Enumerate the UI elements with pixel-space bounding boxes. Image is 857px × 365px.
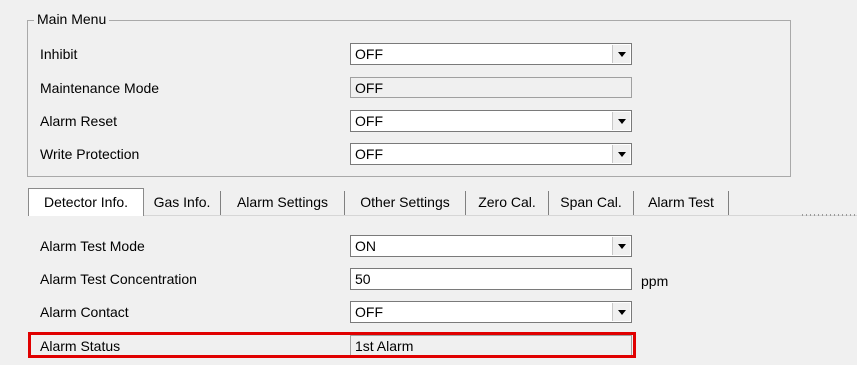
tab-detector-info[interactable]: Detector Info. [28,188,144,216]
chevron-down-icon[interactable] [612,237,630,255]
alarm-test-mode-select[interactable]: ON [350,235,632,257]
chevron-down-icon[interactable] [612,145,630,163]
write-protection-select[interactable]: OFF [350,143,632,165]
chevron-down-icon[interactable] [612,112,630,130]
alarm-contact-label: Alarm Contact [40,304,129,320]
inhibit-value: OFF [355,46,383,62]
maintenance-mode-label: Maintenance Mode [40,80,160,96]
alarm-test-concentration-input[interactable]: 50 [350,268,632,290]
tab-zero-cal[interactable]: Zero Cal. [466,191,549,215]
alarm-test-mode-value: ON [355,238,376,254]
maintenance-mode-value: OFF [355,80,383,96]
tab-alarm-settings[interactable]: Alarm Settings [221,191,345,215]
tab-gas-info[interactable]: Gas Info. [144,191,221,215]
write-protection-label: Write Protection [40,146,140,162]
alarm-contact-value: OFF [355,304,383,320]
concentration-unit: ppm [641,273,669,289]
tab-alarm-test[interactable]: Alarm Test [634,191,729,215]
tab-strip: Detector Info. Gas Info. Alarm Settings … [28,188,857,216]
settings-panel: Main Menu Inhibit OFF Maintenance Mode O… [0,0,857,365]
write-protection-value: OFF [355,146,383,162]
alarm-reset-select[interactable]: OFF [350,110,632,132]
inhibit-label: Inhibit [40,46,78,62]
alarm-test-concentration-value: 50 [355,271,371,287]
alarm-status-highlight [28,332,636,358]
main-menu-title: Main Menu [34,10,110,28]
tab-other-settings[interactable]: Other Settings [345,191,466,215]
chevron-down-icon[interactable] [612,45,630,63]
maintenance-mode-field: OFF [350,77,632,98]
alarm-test-mode-label: Alarm Test Mode [40,238,145,254]
tab-span-cal[interactable]: Span Cal. [549,191,634,215]
alarm-test-concentration-label: Alarm Test Concentration [40,271,197,287]
alarm-reset-label: Alarm Reset [40,113,118,129]
alarm-contact-select[interactable]: OFF [350,301,632,323]
alarm-reset-value: OFF [355,113,383,129]
chevron-down-icon[interactable] [612,303,630,321]
inhibit-select[interactable]: OFF [350,43,632,65]
